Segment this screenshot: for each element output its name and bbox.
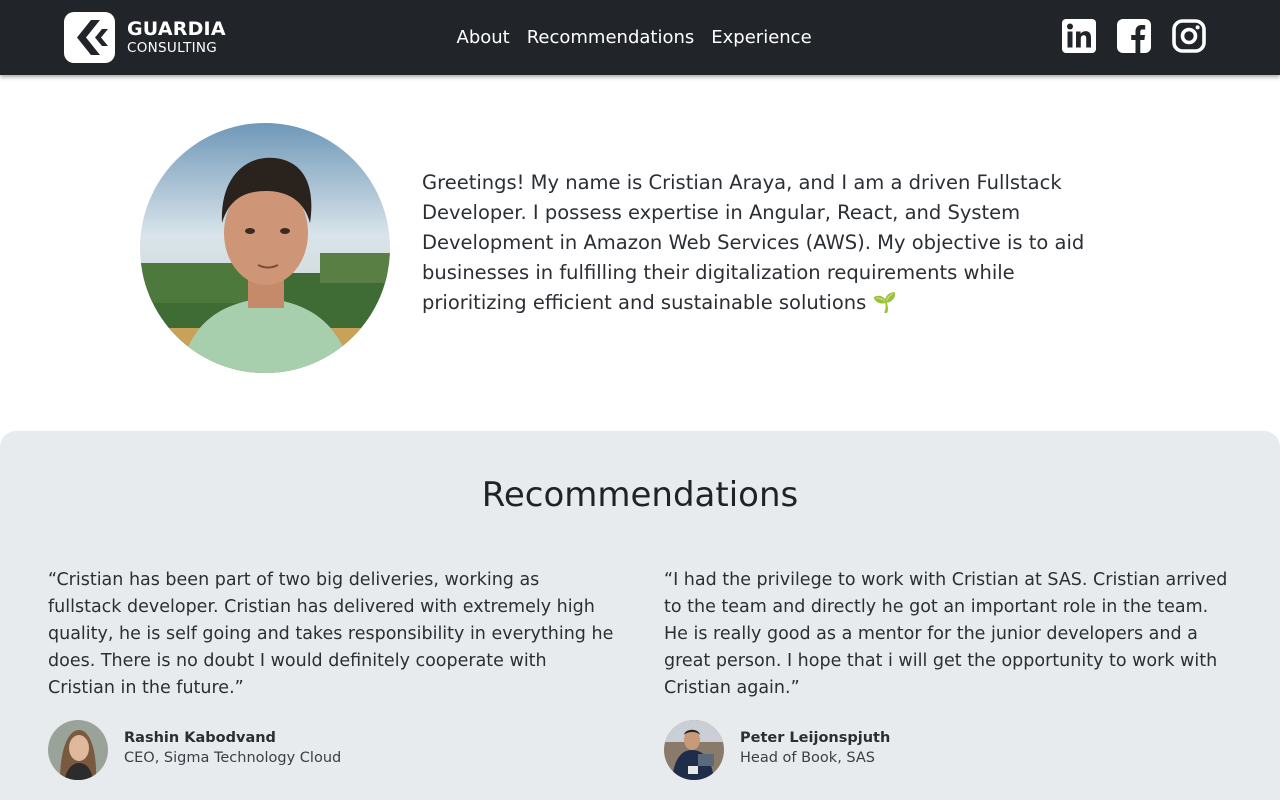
brand-wordmark: GUARDIA CONSULTING [127, 17, 226, 56]
profile-photo [140, 123, 390, 373]
about-section: Greetings! My name is Cristian Araya, an… [0, 75, 1280, 431]
nav-link-about[interactable]: About [448, 27, 518, 48]
social-links [1041, 19, 1206, 53]
avatar [664, 720, 724, 780]
author-role: CEO, Sigma Technology Cloud [124, 750, 342, 766]
author-name: Rashin Kabodvand [124, 730, 276, 746]
author-avatar-image [48, 720, 108, 780]
guardia-logo-icon [64, 12, 115, 63]
brand-subtitle: CONSULTING [127, 39, 218, 56]
profile-photo-image [140, 123, 390, 373]
recommendation-author: Rashin Kabodvand CEO, Sigma Technology C… [48, 720, 616, 780]
instagram-link[interactable] [1172, 19, 1206, 53]
top-navbar: GUARDIA CONSULTING About Recommendations… [0, 0, 1280, 75]
linkedin-icon [1062, 19, 1096, 53]
author-role: Head of Book, SAS [740, 750, 876, 766]
nav-link-recommendations[interactable]: Recommendations [518, 27, 703, 48]
instagram-icon [1172, 19, 1206, 53]
brand-logo-link[interactable]: GUARDIA CONSULTING [64, 12, 226, 63]
linkedin-link[interactable] [1062, 19, 1096, 53]
recommendation-quote: “I had the privilege to work with Cristi… [664, 570, 1228, 698]
recommendation-card: “Cristian has been part of two big deliv… [48, 567, 616, 780]
facebook-icon [1117, 19, 1151, 53]
brand-name: GUARDIA [127, 17, 226, 40]
facebook-link[interactable] [1117, 19, 1151, 53]
author-name: Peter Leijonspjuth [740, 730, 891, 746]
recommendation-author: Peter Leijonspjuth Head of Book, SAS [664, 720, 1232, 780]
main-nav: About Recommendations Experience [448, 22, 820, 52]
nav-link-experience[interactable]: Experience [703, 27, 820, 48]
recommendations-section: Recommendations “Cristian has been part … [0, 431, 1280, 800]
intro-text: Greetings! My name is Cristian Araya, an… [422, 171, 1085, 314]
recommendation-quote: “Cristian has been part of two big deliv… [48, 570, 614, 698]
author-avatar-image [664, 720, 724, 780]
recommendations-title: Recommendations [481, 475, 799, 515]
avatar [48, 720, 108, 780]
recommendation-card: “I had the privilege to work with Cristi… [664, 567, 1232, 780]
